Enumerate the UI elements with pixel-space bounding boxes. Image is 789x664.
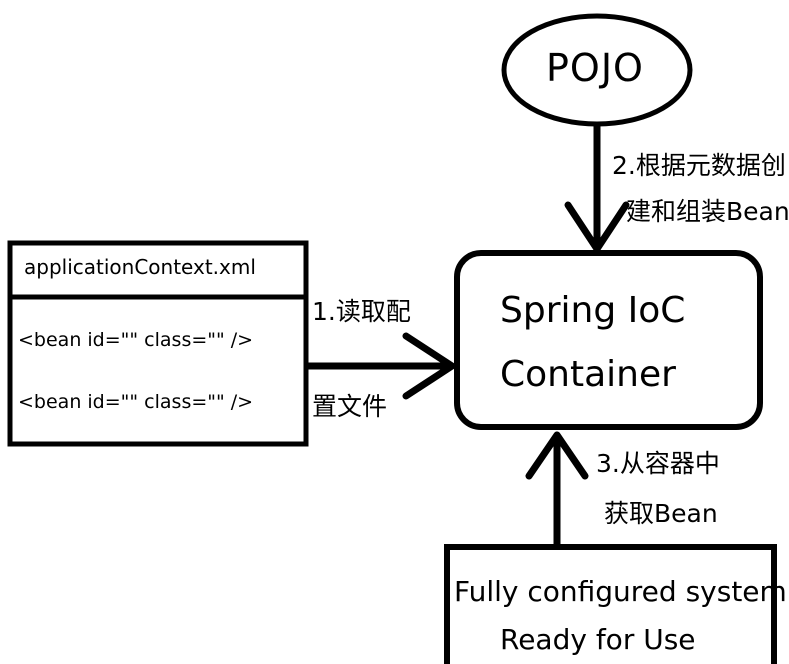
config-file-bean-line-2: <bean id="" class="" /> <box>18 391 254 413</box>
system-label-line1: Fully configured system <box>454 575 787 608</box>
config-file-title: applicationContext.xml <box>24 255 256 279</box>
container-label-line1: Spring IoC <box>500 290 686 331</box>
step1-label-line2: 置文件 <box>312 392 388 421</box>
step1-label-line1: 1.读取配 <box>312 297 411 326</box>
spring-container-box <box>454 250 763 430</box>
step2-label-line2: 建和组装Bean <box>626 197 789 226</box>
system-label-line2: Ready for Use <box>500 623 696 656</box>
step2-label-line1: 2.根据元数据创 <box>612 151 786 180</box>
container-label-line2: Container <box>500 354 676 395</box>
step3-label-line1: 3.从容器中 <box>596 449 720 478</box>
step3-label-line2: 获取Bean <box>604 499 718 528</box>
pojo-label: POJO <box>546 46 644 90</box>
config-file-bean-line-1: <bean id="" class="" /> <box>18 329 254 351</box>
